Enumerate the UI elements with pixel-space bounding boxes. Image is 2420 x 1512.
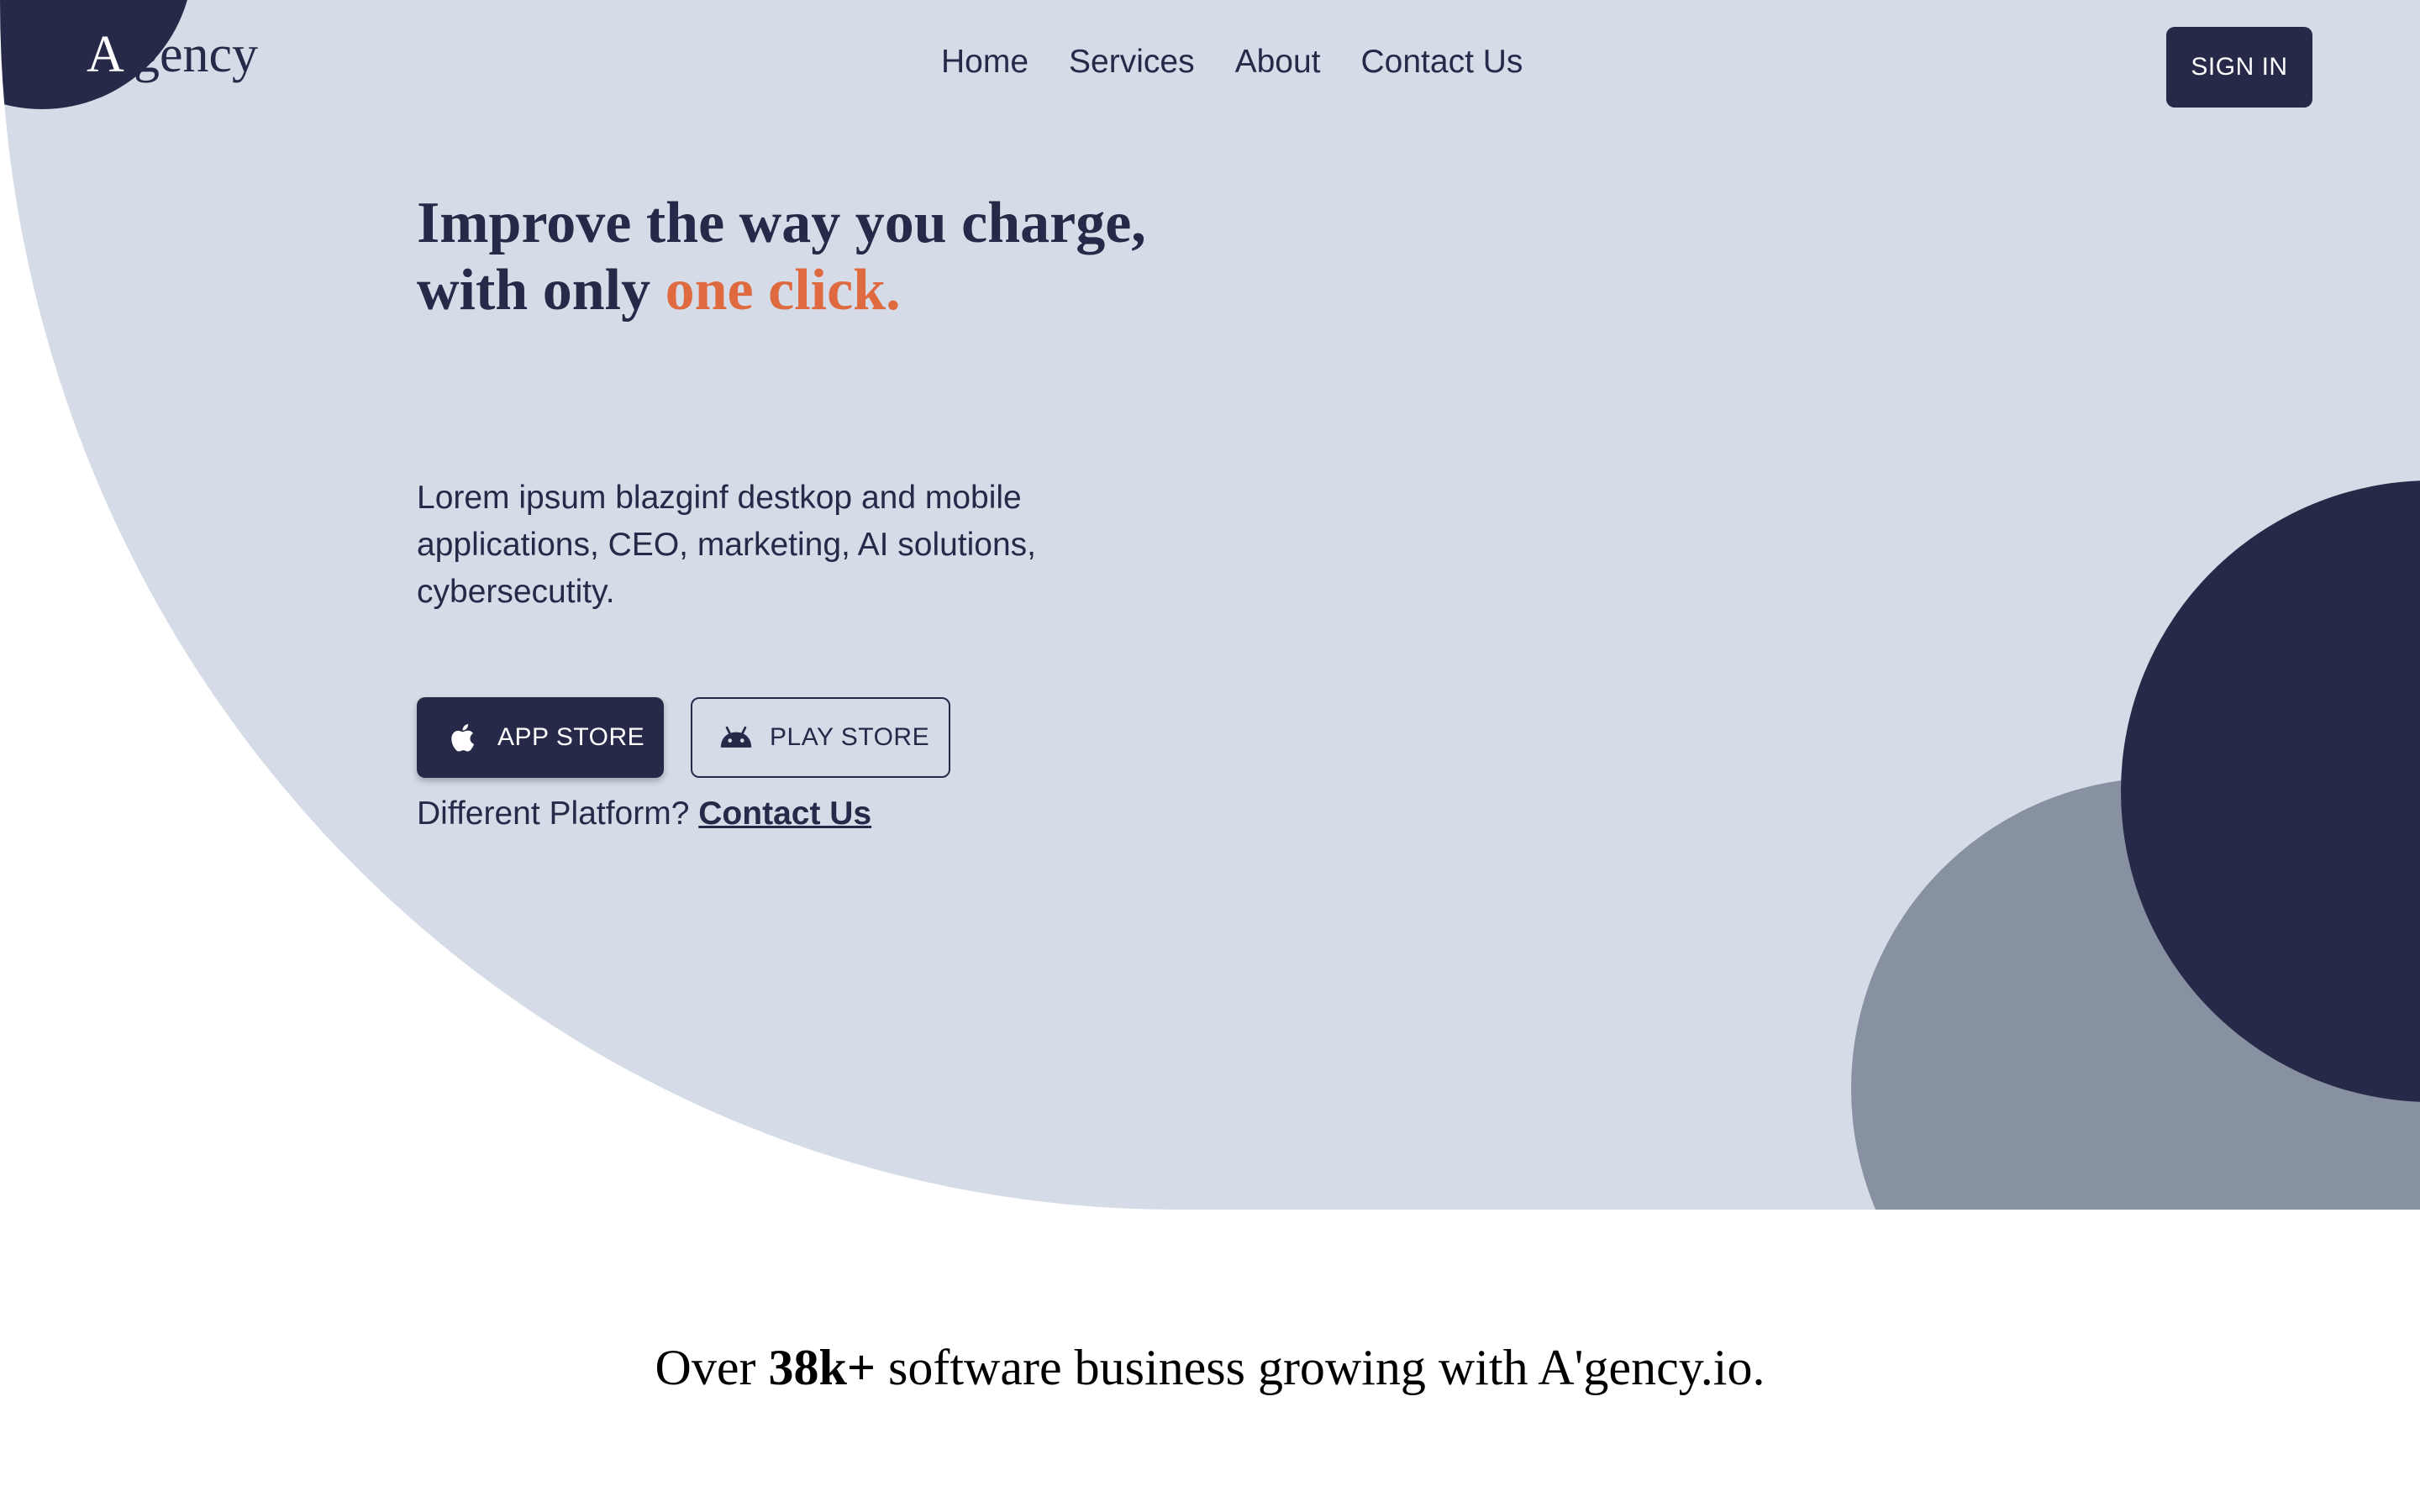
app-store-label: APP STORE xyxy=(497,723,645,751)
main-nav: Home Services About Contact Us xyxy=(941,44,1523,81)
logo-text: 'gency xyxy=(124,26,258,83)
nav-home[interactable]: Home xyxy=(941,44,1028,81)
sign-in-button[interactable]: SIGN IN xyxy=(2166,27,2312,108)
play-store-label: PLAY STORE xyxy=(770,723,930,751)
apple-icon xyxy=(447,721,481,754)
platform-prompt-text: Different Platform? xyxy=(417,795,690,832)
hero-headline: Improve the way you charge, with only on… xyxy=(417,190,1173,324)
contact-us-link[interactable]: Contact Us xyxy=(698,795,871,832)
nav-about[interactable]: About xyxy=(1235,44,1321,81)
stats-number: 38k+ xyxy=(768,1340,876,1395)
platform-prompt: Different Platform? Contact Us xyxy=(417,795,871,832)
android-icon xyxy=(719,721,753,754)
stats-prefix: Over xyxy=(655,1340,756,1395)
play-store-button[interactable]: PLAY STORE xyxy=(691,697,950,778)
hero-description: Lorem ipsum blazginf destkop and mobile … xyxy=(417,480,1037,610)
landing-page: A'gency Home Services About Contact Us S… xyxy=(0,0,2420,1512)
nav-services[interactable]: Services xyxy=(1069,44,1195,81)
app-store-button[interactable]: APP STORE xyxy=(417,697,664,778)
headline-accent-text: one click. xyxy=(665,258,901,323)
hero-background xyxy=(0,0,2420,1210)
logo-letter-a: A xyxy=(87,26,124,83)
stats-line: Over 38k+ software business growing with… xyxy=(0,1339,2420,1397)
nav-contact-us[interactable]: Contact Us xyxy=(1361,44,1523,81)
brand-logo[interactable]: A'gency xyxy=(87,25,258,85)
stats-suffix: software business growing with A'gency.i… xyxy=(888,1340,1765,1395)
